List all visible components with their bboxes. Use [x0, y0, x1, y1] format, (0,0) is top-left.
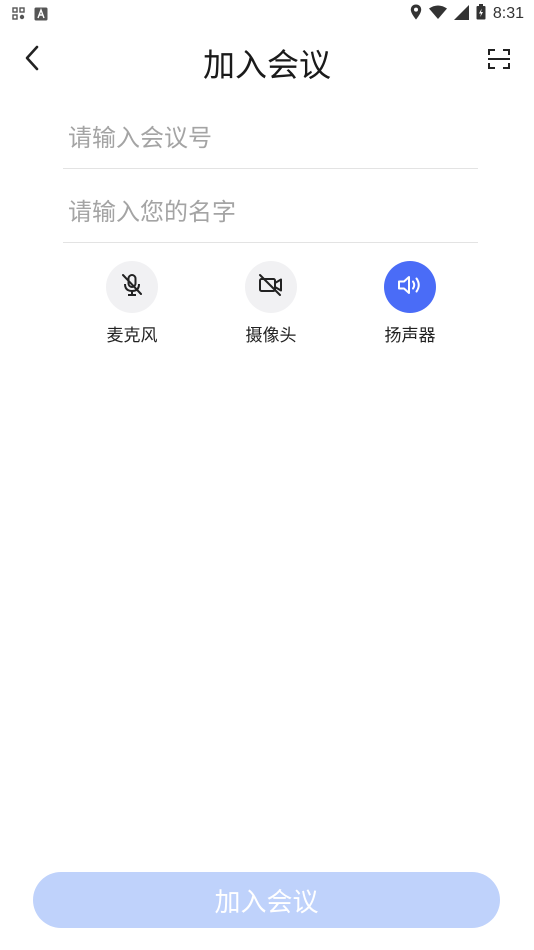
- location-icon: [410, 4, 422, 24]
- speaker-label: 扬声器: [384, 326, 436, 346]
- status-right: 8:31: [410, 4, 524, 24]
- signal-icon: [453, 4, 469, 24]
- header: 加入会议: [0, 32, 534, 90]
- status-bar: 8:31: [0, 0, 534, 30]
- scan-icon: [487, 48, 511, 74]
- camera-label: 摄像头: [245, 326, 297, 346]
- microphone-toggle-circle: [106, 261, 158, 313]
- scan-button[interactable]: [482, 44, 516, 78]
- microphone-label: 麦克风: [106, 326, 158, 346]
- mic-off-icon: [119, 272, 145, 302]
- microphone-toggle[interactable]: 麦克风: [82, 261, 182, 346]
- app-grid-icon: [12, 6, 26, 25]
- meeting-id-input[interactable]: [63, 116, 478, 169]
- speaker-toggle-circle: [384, 261, 436, 313]
- status-time: 8:31: [492, 5, 524, 22]
- camera-toggle-circle: [245, 261, 297, 313]
- camera-off-icon: [257, 272, 285, 302]
- page-title: 加入会议: [202, 46, 331, 84]
- status-left: [12, 6, 48, 25]
- wifi-icon: [428, 5, 447, 23]
- speaker-toggle[interactable]: 扬声器: [360, 261, 460, 346]
- battery-icon: [476, 4, 486, 24]
- name-input[interactable]: [63, 190, 478, 243]
- join-meeting-button[interactable]: 加入会议: [33, 872, 500, 928]
- speaker-icon: [396, 272, 424, 302]
- a-badge-icon: [34, 6, 48, 25]
- camera-toggle[interactable]: 摄像头: [221, 261, 321, 346]
